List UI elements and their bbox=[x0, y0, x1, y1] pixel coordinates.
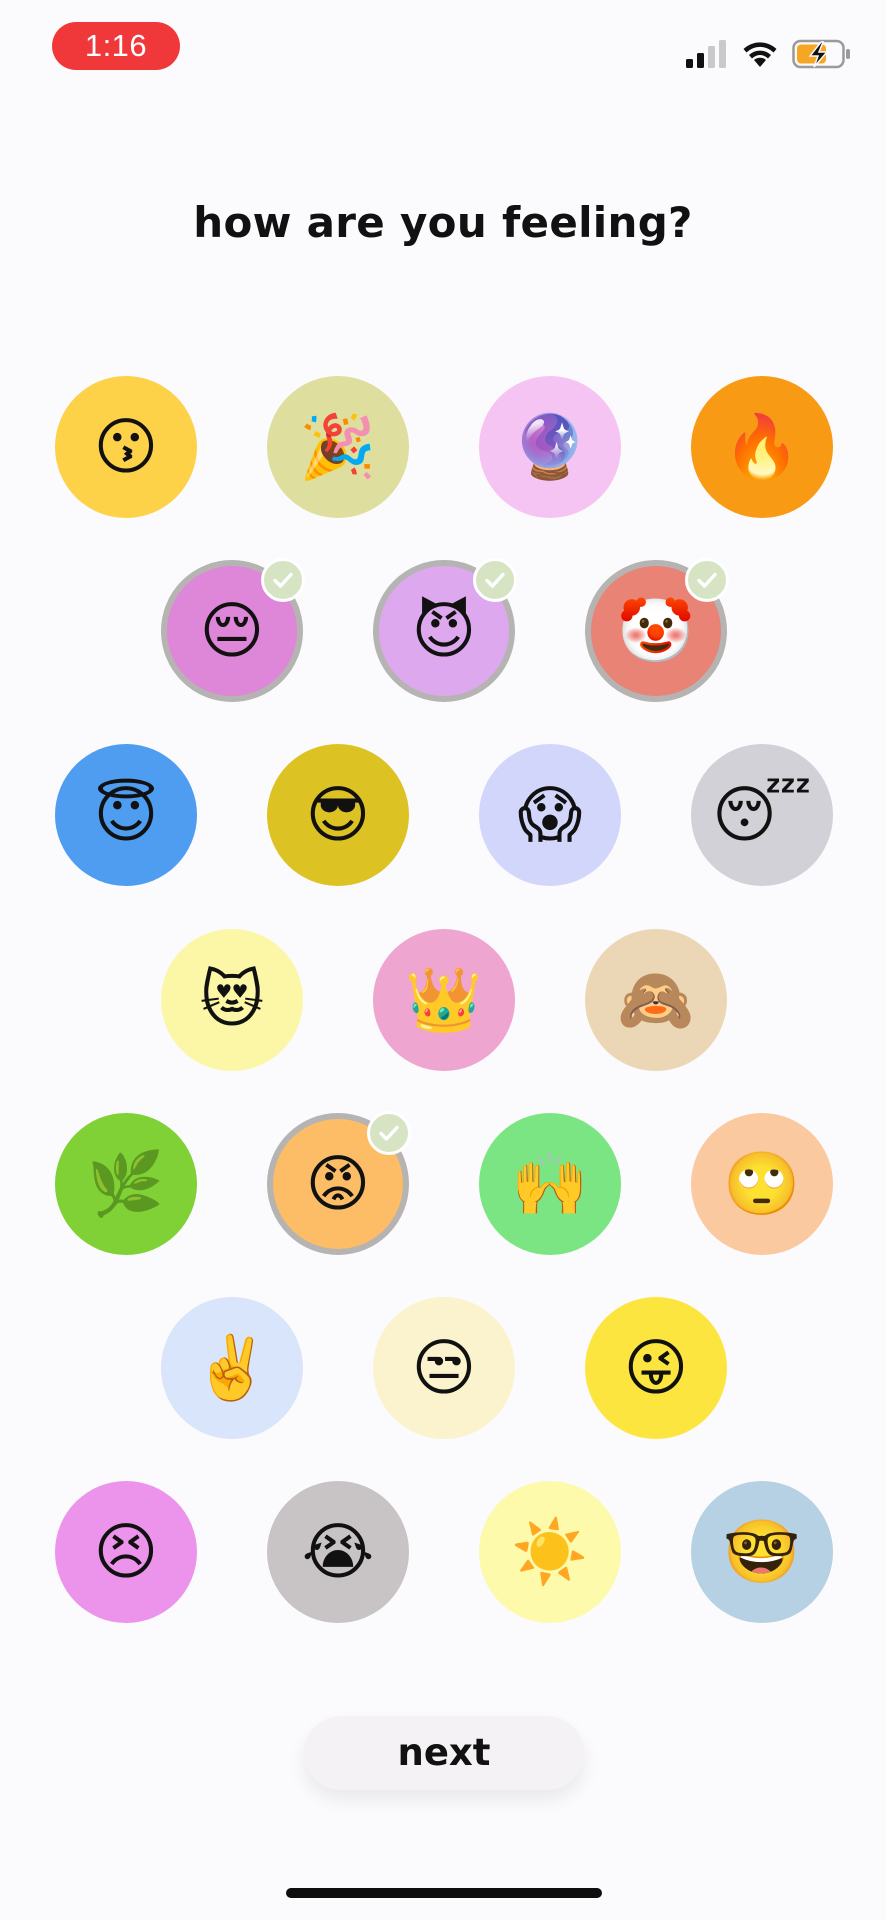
angry-face-icon: 😡 bbox=[305, 1147, 371, 1220]
mood-eye-roll-face[interactable]: 🙄 bbox=[691, 1113, 833, 1255]
eye-roll-face-icon: 🙄 bbox=[723, 1147, 801, 1220]
smiling-devil-icon: 😈 bbox=[411, 594, 477, 667]
party-popper-icon: 🎉 bbox=[299, 410, 377, 483]
mood-victory-hand[interactable]: ✌️ bbox=[161, 1297, 303, 1439]
heart-eyes-cat-icon: 😻 bbox=[199, 963, 265, 1036]
nerd-face-icon: 🤓 bbox=[723, 1515, 801, 1588]
mood-sunglasses-face[interactable]: 😎 bbox=[267, 744, 409, 886]
mood-clown-face[interactable]: 🤡 bbox=[585, 558, 729, 702]
mood-winking-tongue-face[interactable]: 😜 bbox=[585, 1297, 727, 1439]
check-icon bbox=[261, 558, 305, 602]
mood-smiling-devil[interactable]: 😈 bbox=[373, 558, 517, 702]
sleeping-face-icon: 😴 bbox=[712, 778, 812, 851]
see-no-evil-monkey-icon: 🙈 bbox=[617, 963, 695, 1036]
mood-party-popper[interactable]: 🎉 bbox=[267, 376, 409, 518]
check-icon bbox=[367, 1111, 411, 1155]
mood-screaming-face[interactable]: 😱 bbox=[479, 744, 621, 886]
mood-see-no-evil-monkey[interactable]: 🙈 bbox=[585, 929, 727, 1071]
mood-pensive-face[interactable]: 😔 bbox=[161, 558, 305, 702]
mood-persevering-face[interactable]: 😣 bbox=[55, 1481, 197, 1623]
victory-hand-icon: ✌️ bbox=[193, 1331, 271, 1404]
persevering-face-icon: 😣 bbox=[93, 1515, 159, 1588]
mood-angry-face[interactable]: 😡 bbox=[267, 1111, 411, 1255]
mood-herb[interactable]: 🌿 bbox=[55, 1113, 197, 1255]
mood-kissing-face[interactable]: 😗 bbox=[55, 376, 197, 518]
mood-fire[interactable]: 🔥 bbox=[691, 376, 833, 518]
unamused-face-icon: 😒 bbox=[411, 1331, 477, 1404]
fire-icon: 🔥 bbox=[723, 410, 801, 483]
kissing-face-icon: 😗 bbox=[93, 410, 159, 483]
crown-icon: 👑 bbox=[405, 963, 483, 1036]
mood-unamused-face[interactable]: 😒 bbox=[373, 1297, 515, 1439]
mood-nerd-face[interactable]: 🤓 bbox=[691, 1481, 833, 1623]
next-button[interactable]: next bbox=[304, 1716, 584, 1790]
check-icon bbox=[473, 558, 517, 602]
crystal-ball-icon: 🔮 bbox=[511, 410, 589, 483]
mood-crown[interactable]: 👑 bbox=[373, 929, 515, 1071]
herb-icon: 🌿 bbox=[87, 1147, 165, 1220]
mood-halo-face[interactable]: 😇 bbox=[55, 744, 197, 886]
mood-raising-hands[interactable]: 🙌 bbox=[479, 1113, 621, 1255]
mood-crying-face[interactable]: 😭 bbox=[267, 1481, 409, 1623]
screaming-face-icon: 😱 bbox=[517, 778, 583, 851]
home-indicator bbox=[286, 1888, 602, 1898]
winking-tongue-face-icon: 😜 bbox=[623, 1331, 689, 1404]
check-icon bbox=[685, 558, 729, 602]
clown-face-icon: 🤡 bbox=[617, 594, 695, 667]
pensive-face-icon: 😔 bbox=[199, 594, 265, 667]
mood-heart-eyes-cat[interactable]: 😻 bbox=[161, 929, 303, 1071]
halo-face-icon: 😇 bbox=[93, 778, 159, 851]
raising-hands-icon: 🙌 bbox=[511, 1147, 589, 1220]
sun-icon: ☀️ bbox=[511, 1515, 589, 1588]
crying-face-icon: 😭 bbox=[301, 1515, 375, 1588]
sunglasses-face-icon: 😎 bbox=[305, 778, 371, 851]
mood-sun[interactable]: ☀️ bbox=[479, 1481, 621, 1623]
mood-grid: 😗 🎉 🔮 🔥 😔 😈 🤡 😇 😎 😱 😴 😻 👑 🙈 🌿 😡 🙌 🙄 ✌️ 😒 😜 😣 😭 ☀️ 🤓 bbox=[0, 0, 886, 1700]
mood-crystal-ball[interactable]: 🔮 bbox=[479, 376, 621, 518]
mood-sleeping-face[interactable]: 😴 bbox=[691, 744, 833, 886]
